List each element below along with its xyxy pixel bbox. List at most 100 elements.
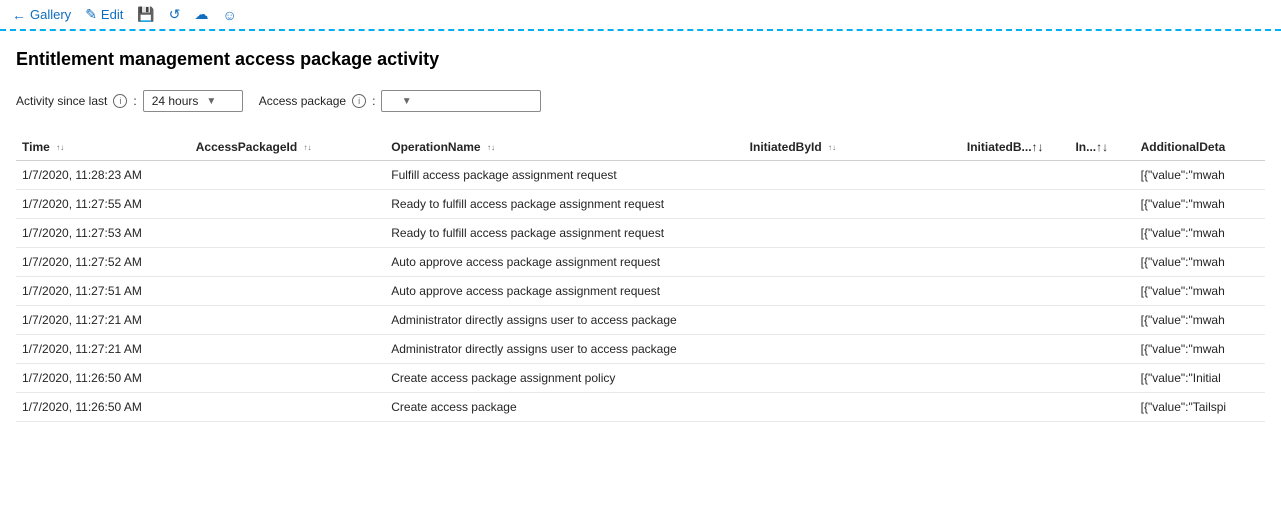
table-body: 1/7/2020, 11:28:23 AM Fulfill access pack… [16,161,1265,422]
cell-initiatedBy [961,277,1070,306]
cell-in [1069,190,1134,219]
cell-additionalData: [{"value":"mwah [1135,219,1265,248]
cell-time: 1/7/2020, 11:27:53 AM [16,219,190,248]
edit-button[interactable]: ✎ Edit [85,6,123,23]
activity-filter-group: Activity since last i : 24 hours ▼ [16,90,243,112]
cell-additionalData: [{"value":"mwah [1135,335,1265,364]
access-package-select[interactable]: ▼ [381,90,541,112]
table-row[interactable]: 1/7/2020, 11:27:21 AM Administrator direc… [16,306,1265,335]
cell-operationName: Administrator directly assigns user to a… [385,306,743,335]
col-header-time[interactable]: Time ↑↓ [16,132,190,161]
cell-additionalData: [{"value":"mwah [1135,190,1265,219]
cell-initiatedById [744,190,961,219]
cell-initiatedById [744,393,961,422]
cell-initiatedBy [961,364,1070,393]
cell-initiatedBy [961,219,1070,248]
cloud-button[interactable]: ☁ [195,6,209,23]
cell-time: 1/7/2020, 11:27:21 AM [16,306,190,335]
cell-initiatedById [744,306,961,335]
save-icon: 💾 [137,6,154,23]
col-header-initby[interactable]: InitiatedB...↑↓ [961,132,1070,161]
cell-in [1069,161,1134,190]
access-package-filter-label: Access package [259,94,346,108]
col-header-initbyid[interactable]: InitiatedById ↑↓ [744,132,961,161]
cell-operationName: Ready to fulfill access package assignme… [385,219,743,248]
cell-initiatedBy [961,306,1070,335]
back-icon: ← [12,7,26,23]
cell-time: 1/7/2020, 11:28:23 AM [16,161,190,190]
cell-in [1069,335,1134,364]
cell-operationName: Create access package assignment policy [385,364,743,393]
filters-row: Activity since last i : 24 hours ▼ Acces… [16,90,1265,112]
sort-icon-time: ↑↓ [56,144,64,152]
cell-time: 1/7/2020, 11:26:50 AM [16,393,190,422]
cell-operationName: Ready to fulfill access package assignme… [385,190,743,219]
edit-icon: ✎ [85,6,97,23]
cell-initiatedById [744,161,961,190]
data-table: Time ↑↓ AccessPackageId ↑↓ OperationName… [16,132,1265,422]
cloud-icon: ☁ [195,6,209,23]
table-row[interactable]: 1/7/2020, 11:27:52 AMAuto approve access… [16,248,1265,277]
smile-button[interactable]: ☺ [223,7,237,23]
refresh-icon: ↺ [169,6,181,23]
cell-accessPackageId [190,161,385,190]
access-package-select-value [390,94,393,108]
save-button[interactable]: 💾 [137,6,154,23]
cell-initiatedById [744,248,961,277]
edit-label: Edit [101,7,123,22]
cell-additionalData: [{"value":"Tailspi [1135,393,1265,422]
table-row[interactable]: 1/7/2020, 11:26:50 AM Create access packa… [16,393,1265,422]
cell-operationName: Administrator directly assigns user to a… [385,335,743,364]
table-row[interactable]: 1/7/2020, 11:27:51 AMAuto approve access… [16,277,1265,306]
cell-accessPackageId [190,393,385,422]
back-label: Gallery [30,7,71,22]
table-row[interactable]: 1/7/2020, 11:27:55 AMReady to fulfill ac… [16,190,1265,219]
cell-accessPackageId [190,335,385,364]
cell-initiatedBy [961,393,1070,422]
activity-select[interactable]: 24 hours ▼ [143,90,243,112]
cell-initiatedById [744,364,961,393]
cell-accessPackageId [190,277,385,306]
cell-in [1069,219,1134,248]
back-button[interactable]: ← Gallery [12,7,71,23]
cell-additionalData: [{"value":"mwah [1135,248,1265,277]
cell-accessPackageId [190,248,385,277]
col-header-in[interactable]: In...↑↓ [1069,132,1134,161]
cell-time: 1/7/2020, 11:27:51 AM [16,277,190,306]
activity-select-value: 24 hours [152,94,199,108]
cell-operationName: Fulfill access package assignment reques… [385,161,743,190]
activity-info-icon[interactable]: i [113,94,127,108]
activity-dropdown-arrow: ▼ [206,96,216,107]
cell-accessPackageId [190,219,385,248]
cell-time: 1/7/2020, 11:27:52 AM [16,248,190,277]
table-row[interactable]: 1/7/2020, 11:27:53 AM Ready to fulfill ac… [16,219,1265,248]
activity-filter-label: Activity since last [16,94,107,108]
cell-operationName: Create access package [385,393,743,422]
cell-in [1069,248,1134,277]
table-row[interactable]: 1/7/2020, 11:26:50 AMCreate access packa… [16,364,1265,393]
cell-additionalData: [{"value":"mwah [1135,306,1265,335]
access-package-filter-group: Access package i : ▼ [259,90,542,112]
cell-initiatedById [744,335,961,364]
sort-icon-initbyid: ↑↓ [828,144,836,152]
table-row[interactable]: 1/7/2020, 11:27:21 AMAdministrator direc… [16,335,1265,364]
sort-icon-opname: ↑↓ [487,144,495,152]
cell-initiatedById [744,219,961,248]
cell-accessPackageId [190,364,385,393]
page-title: Entitlement management access package ac… [16,49,1265,70]
table-row[interactable]: 1/7/2020, 11:28:23 AM Fulfill access pack… [16,161,1265,190]
smile-icon: ☺ [223,7,237,23]
cell-accessPackageId [190,190,385,219]
cell-initiatedBy [961,190,1070,219]
col-header-opname[interactable]: OperationName ↑↓ [385,132,743,161]
refresh-button[interactable]: ↺ [169,6,181,23]
cell-initiatedBy [961,161,1070,190]
access-package-info-icon[interactable]: i [352,94,366,108]
toolbar: ← Gallery ✎ Edit 💾 ↺ ☁ ☺ [0,0,1281,31]
cell-initiatedBy [961,248,1070,277]
col-header-pkgid[interactable]: AccessPackageId ↑↓ [190,132,385,161]
table-header-row: Time ↑↓ AccessPackageId ↑↓ OperationName… [16,132,1265,161]
cell-accessPackageId [190,306,385,335]
cell-initiatedById [744,277,961,306]
col-header-addl[interactable]: AdditionalDeta [1135,132,1265,161]
